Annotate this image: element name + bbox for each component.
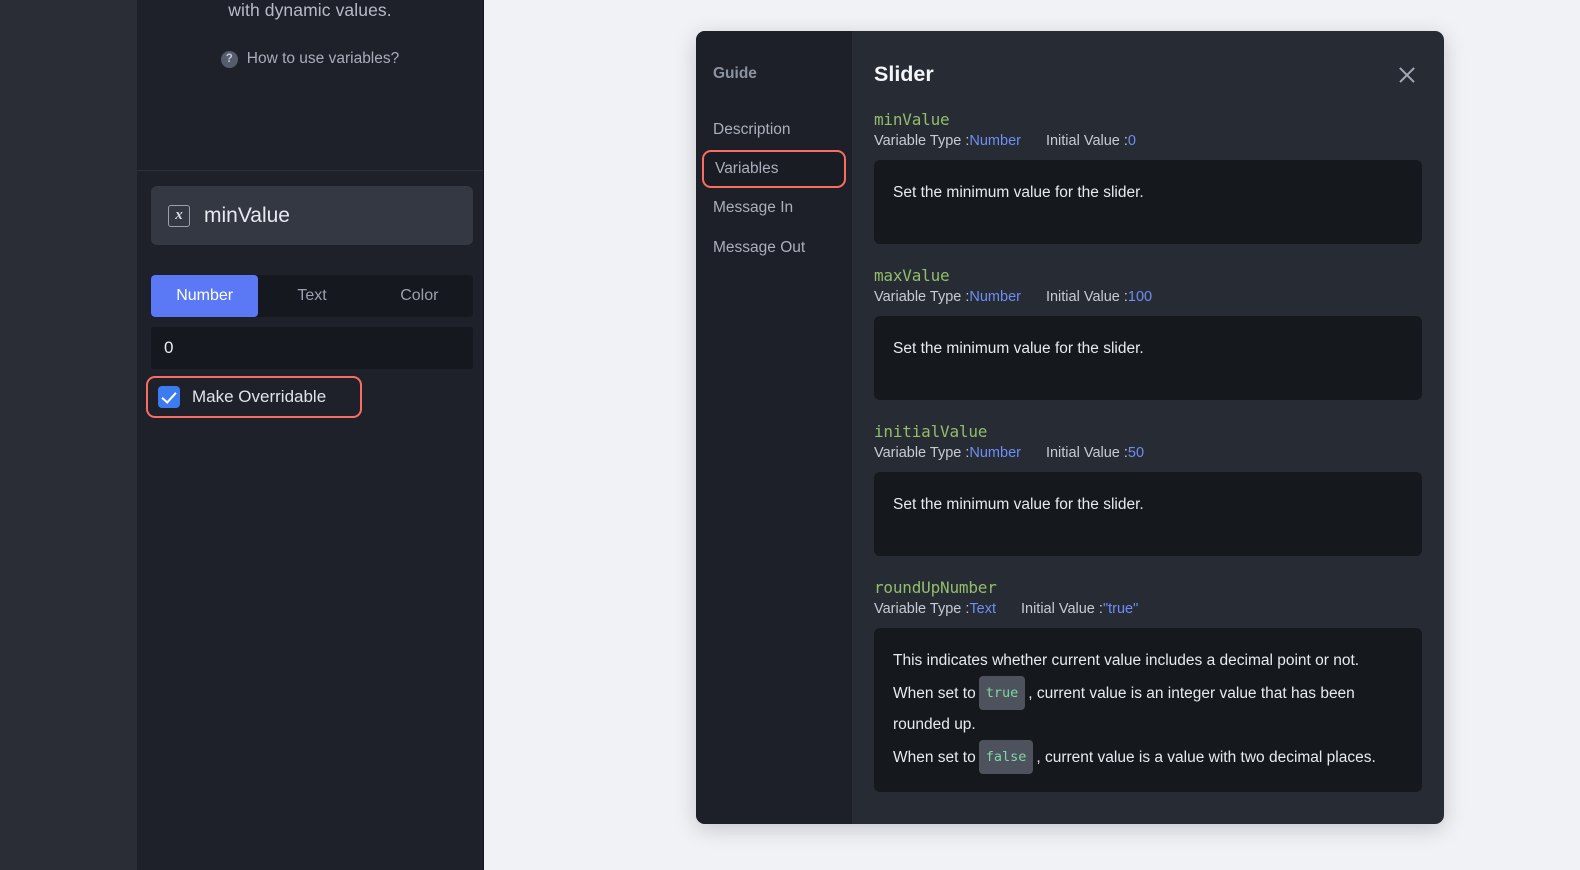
variable-meta: Variable Type : Text Initial Value : "tr… (874, 601, 1422, 617)
variable-description: Set the minimum value for the slider. (874, 316, 1422, 400)
modal-header: Slider (874, 31, 1422, 110)
page-title: Slider (874, 62, 934, 86)
sidebar-item-variables[interactable]: Variables (702, 150, 846, 188)
guide-sidebar: Guide Description Variables Message In M… (696, 31, 852, 824)
variables-scroll-area[interactable]: minValue Variable Type : Number Initial … (874, 110, 1422, 810)
code-chip-false: false (978, 740, 1034, 774)
variable-meta: Variable Type : Number Initial Value : 1… (874, 289, 1422, 305)
variable-name-field[interactable]: x minValue (151, 186, 473, 245)
initial-value-label: Initial Value : (1020, 601, 1103, 617)
variable-block-roundupnumber: roundUpNumber Variable Type : Text Initi… (874, 578, 1422, 792)
description-line-1: This indicates whether current value inc… (893, 652, 1360, 669)
code-chip-true: true (978, 676, 1026, 710)
close-icon[interactable] (1394, 62, 1420, 88)
variable-value-input[interactable] (151, 327, 473, 369)
guide-sidebar-title: Guide (713, 65, 757, 82)
variable-name: minValue (874, 110, 950, 129)
variable-description: This indicates whether current value inc… (874, 628, 1422, 792)
variable-name: roundUpNumber (874, 578, 997, 597)
guide-modal: Guide Description Variables Message In M… (696, 31, 1444, 824)
variable-type-value: Number (969, 445, 1021, 461)
initial-value-label: Initial Value : (1045, 289, 1128, 305)
variable-block-initialvalue: initialValue Variable Type : Number Init… (874, 422, 1422, 556)
initial-value-value: 50 (1127, 445, 1145, 461)
description-line-3-suffix: , current value is a value with two deci… (1036, 749, 1376, 766)
variable-meta: Variable Type : Number Initial Value : 0 (874, 133, 1422, 149)
description-line-3-prefix: When set to (893, 749, 976, 766)
initial-value-label: Initial Value : (1045, 445, 1128, 461)
variable-type-label: Variable Type : (874, 445, 970, 461)
type-tab-text[interactable]: Text (258, 275, 365, 317)
variable-meta: Variable Type : Number Initial Value : 5… (874, 445, 1422, 461)
variable-name: initialValue (874, 422, 988, 441)
variable-name: maxValue (874, 266, 950, 285)
make-overridable-checkbox[interactable] (158, 386, 180, 408)
variable-x-icon: x (168, 204, 190, 227)
initial-value-value: "true" (1102, 601, 1139, 617)
variable-type-value: Number (969, 289, 1021, 305)
initial-value-value: 100 (1127, 289, 1153, 305)
question-circle-icon: ? (220, 50, 238, 68)
sidebar-item-message-out[interactable]: Message Out (696, 228, 852, 268)
how-to-use-variables-label: How to use variables? (246, 50, 400, 67)
variable-type-value: Text (969, 601, 996, 617)
description-line-2-prefix: When set to (893, 685, 976, 702)
variable-description: Set the minimum value for the slider. (874, 472, 1422, 556)
variable-editor-panel: with dynamic values. ? How to use variab… (137, 0, 484, 870)
variable-block-minvalue: minValue Variable Type : Number Initial … (874, 110, 1422, 244)
variable-type-tabs[interactable]: Number Text Color (151, 275, 473, 317)
variable-description: Set the minimum value for the slider. (874, 160, 1422, 244)
description-text: with dynamic values. (228, 0, 392, 20)
variable-name-value: minValue (204, 203, 290, 227)
variable-type-label: Variable Type : (874, 289, 970, 305)
make-overridable-row[interactable]: Make Overridable (146, 376, 362, 418)
how-to-use-variables-link[interactable]: ? How to use variables? (137, 50, 483, 68)
guide-content: Slider minValue Variable Type : Number I… (852, 31, 1444, 824)
sidebar-item-message-in[interactable]: Message In (696, 188, 852, 228)
variable-block-maxvalue: maxValue Variable Type : Number Initial … (874, 266, 1422, 400)
type-tab-number[interactable]: Number (151, 275, 259, 317)
initial-value-value: 0 (1127, 133, 1136, 149)
type-tab-color[interactable]: Color (366, 275, 473, 317)
make-overridable-label: Make Overridable (192, 387, 327, 406)
variable-type-label: Variable Type : (874, 601, 970, 617)
variable-type-label: Variable Type : (874, 133, 970, 149)
sidebar-item-description[interactable]: Description (696, 110, 852, 150)
editor-description-section: with dynamic values. ? How to use variab… (137, 0, 483, 171)
initial-value-label: Initial Value : (1045, 133, 1128, 149)
variable-type-value: Number (969, 133, 1021, 149)
